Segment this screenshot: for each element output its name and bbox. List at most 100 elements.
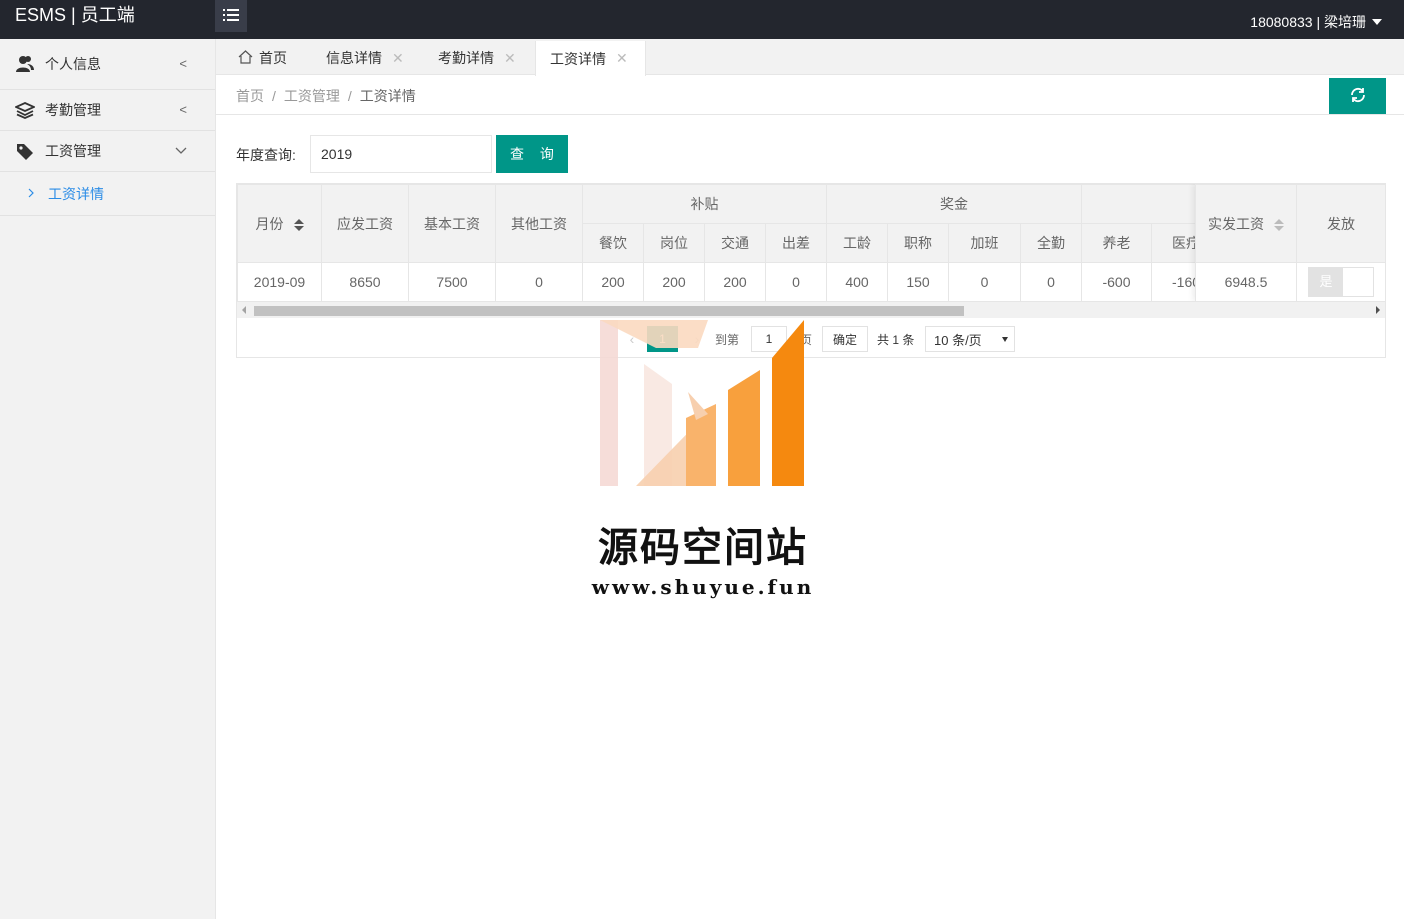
table-row: 6948.5 是 (1195, 262, 1385, 302)
header-meal: 餐饮 (582, 223, 644, 263)
header-group-bonus: 奖金 (826, 184, 1082, 224)
cell-base: 7500 (408, 262, 496, 301)
users-icon (14, 53, 36, 75)
year-query-label: 年度查询: (236, 147, 296, 163)
header-seniority: 工龄 (826, 223, 888, 263)
header-attendance: 全勤 (1020, 223, 1082, 263)
watermark-name: 源码空间站 (598, 524, 808, 571)
switch-label: 是 (1309, 268, 1343, 296)
table-row: 2019-09 8650 7500 0 200 200 200 0 400 15… (237, 262, 1197, 301)
tab-label: 首页 (259, 50, 287, 66)
cell-month: 2019-09 (237, 262, 322, 301)
year-input[interactable] (310, 135, 492, 173)
breadcrumb-separator: / (347, 88, 352, 104)
header-issued: 发放 (1296, 184, 1385, 263)
header-group-allowance: 补贴 (582, 184, 827, 224)
page-size-select[interactable]: 10 条/页 (925, 326, 1015, 352)
chevron-left-icon: < (179, 102, 187, 117)
tab-label: 信息详情 (326, 50, 382, 66)
page-size-value: 10 条/页 (934, 332, 982, 348)
total-count: 共 1 条 (877, 332, 915, 347)
header-net[interactable]: 实发工资 (1195, 184, 1297, 263)
header-medical: 医疗 (1151, 223, 1197, 263)
cell-meal: 200 (582, 262, 644, 301)
tab-home[interactable]: 首页 (238, 41, 287, 75)
sidebar: 个人信息 < 考勤管理 < 工资管理 工资详情 (0, 39, 216, 919)
close-icon[interactable]: ✕ (504, 50, 516, 67)
user-name: 18080833 | 梁培珊 (1250, 14, 1366, 30)
refresh-button[interactable] (1329, 78, 1386, 114)
tab-bar: 首页 信息详情 ✕ 考勤详情 ✕ 工资详情 ✕ (216, 39, 1404, 76)
confirm-page-button[interactable]: 确定 (822, 326, 868, 352)
tab-label: 工资详情 (550, 50, 606, 67)
header-month[interactable]: 月份 (237, 184, 322, 263)
header-title: 职称 (887, 223, 949, 263)
cell-gross: 8650 (321, 262, 409, 301)
sidebar-item-personal-info[interactable]: 个人信息 < (0, 39, 215, 90)
sidebar-item-label: 个人信息 (45, 56, 101, 72)
horizontal-scrollbar[interactable] (237, 301, 1385, 318)
tab-salary-detail[interactable]: 工资详情 ✕ (535, 41, 646, 76)
caret-down-icon (1372, 19, 1382, 25)
header-gross: 应发工资 (321, 184, 409, 263)
sidebar-item-label: 工资管理 (45, 143, 101, 159)
app-title: ESMS | 员工端 (15, 5, 135, 25)
close-icon[interactable]: ✕ (616, 50, 628, 67)
menu-toggle-button[interactable] (215, 0, 247, 32)
chevron-down-icon (175, 143, 187, 158)
issued-switch[interactable]: 是 (1308, 267, 1374, 297)
sort-icon[interactable] (1274, 218, 1284, 231)
cell-issued: 是 (1296, 262, 1385, 302)
query-button[interactable]: 查 询 (496, 135, 568, 173)
breadcrumb-bar: 首页 / 工资管理 / 工资详情 (216, 76, 1404, 115)
cell-travel: 0 (765, 262, 827, 301)
cell-traffic: 200 (704, 262, 766, 301)
watermark: 源码空间站 www.shuyue.fun (588, 318, 818, 608)
sidebar-item-salary[interactable]: 工资管理 (0, 131, 215, 172)
chevron-left-icon: < (179, 56, 187, 71)
cell-pension: -600 (1081, 262, 1152, 301)
menu-icon (223, 8, 239, 24)
cell-overtime: 0 (948, 262, 1021, 301)
table-fixed-right: 实发工资 发放 6948.5 是 (1195, 184, 1385, 302)
switch-knob (1343, 268, 1373, 296)
breadcrumb-item-current: 工资详情 (359, 88, 416, 104)
scroll-right-icon[interactable] (1376, 306, 1380, 314)
close-icon[interactable]: ✕ (392, 50, 404, 67)
sidebar-subitem-label: 工资详情 (48, 185, 104, 202)
scrollbar-thumb[interactable] (254, 306, 964, 316)
header-overtime: 加班 (948, 223, 1021, 263)
home-icon (238, 49, 253, 67)
breadcrumb-item-home[interactable]: 首页 (236, 88, 264, 104)
cell-medical: -160 (1151, 262, 1197, 301)
header-traffic: 交通 (704, 223, 766, 263)
sidebar-item-label: 考勤管理 (45, 102, 101, 118)
dropdown-arrow-icon (1002, 337, 1008, 342)
cell-seniority: 400 (826, 262, 888, 301)
table-main: 月份 应发工资 基本工资 其他工资 补贴 奖金 餐饮 岗位 交通 出差 工龄 职… (237, 184, 1197, 301)
watermark-url: www.shuyue.fun (591, 575, 815, 599)
cell-attendance: 0 (1020, 262, 1082, 301)
user-menu[interactable]: 18080833 | 梁培珊 (1250, 13, 1382, 31)
sort-icon[interactable] (293, 218, 304, 231)
top-header: ESMS | 员工端 18080833 | 梁培珊 (0, 0, 1404, 39)
breadcrumb-item-salary[interactable]: 工资管理 (284, 88, 340, 104)
scroll-left-icon[interactable] (242, 306, 246, 314)
sidebar-subitem-salary-detail[interactable]: 工资详情 (0, 172, 215, 216)
cell-other: 0 (495, 262, 583, 301)
refresh-icon (1349, 86, 1367, 107)
breadcrumb: 首页 / 工资管理 / 工资详情 (236, 86, 416, 106)
cell-title: 150 (887, 262, 949, 301)
sidebar-item-attendance[interactable]: 考勤管理 < (0, 90, 215, 131)
tag-icon (14, 140, 36, 162)
chevron-right-icon (28, 187, 34, 201)
header-base: 基本工资 (408, 184, 496, 263)
header-post: 岗位 (643, 223, 705, 263)
tab-info-detail[interactable]: 信息详情 ✕ (326, 41, 404, 75)
header-travel: 出差 (765, 223, 827, 263)
tab-attendance-detail[interactable]: 考勤详情 ✕ (438, 41, 516, 75)
tab-label: 考勤详情 (438, 50, 494, 66)
cell-net: 6948.5 (1195, 262, 1297, 302)
cell-post: 200 (643, 262, 705, 301)
header-group-deduction (1081, 184, 1197, 224)
